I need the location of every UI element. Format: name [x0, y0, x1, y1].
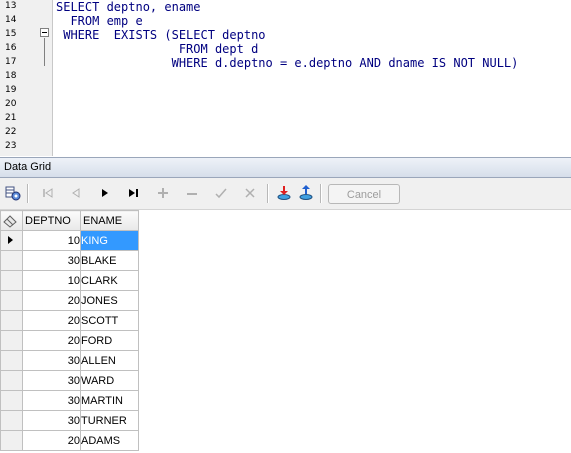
- row-indicator[interactable]: [0, 250, 23, 271]
- current-row-arrow-icon: [8, 236, 13, 244]
- row-indicator[interactable]: [0, 270, 23, 291]
- table-row[interactable]: 20 FORD: [0, 330, 139, 351]
- cell-ename[interactable]: JONES: [80, 290, 139, 311]
- sql-editor[interactable]: 13 14 15 16 17 18 19 20 21 22 23 SELECT …: [0, 0, 571, 156]
- results-table: DEPTNO ENAME 10 KING 30 BLAKE 10 CLARK 2…: [0, 210, 139, 451]
- cell-ename[interactable]: TURNER: [80, 410, 139, 431]
- line-number: 21: [5, 113, 17, 123]
- data-grid-title: Data Grid: [4, 161, 52, 173]
- table-row[interactable]: 10 CLARK: [0, 270, 139, 291]
- code-line[interactable]: WHERE EXISTS (SELECT deptno: [56, 28, 265, 42]
- table-row[interactable]: 30 MARTIN: [0, 390, 139, 411]
- toolbar-separator: [27, 184, 29, 203]
- line-number: 15: [5, 29, 17, 39]
- line-number: 18: [5, 71, 17, 81]
- line-number: 20: [5, 99, 17, 109]
- header-row: DEPTNO ENAME: [0, 210, 139, 231]
- cell-ename[interactable]: ADAMS: [80, 430, 139, 451]
- last-record-icon[interactable]: [125, 184, 143, 202]
- line-number: 14: [5, 15, 17, 25]
- line-number-gutter: 13 14 15 16 17 18 19 20 21 22 23: [0, 0, 52, 156]
- toolbar-separator: [320, 184, 322, 203]
- fold-guide-line: [44, 38, 45, 66]
- export-icon[interactable]: [275, 184, 293, 202]
- line-number: 19: [5, 85, 17, 95]
- table-row[interactable]: 30 BLAKE: [0, 250, 139, 271]
- cancel-edit-icon[interactable]: [241, 184, 259, 202]
- cell-deptno[interactable]: 20: [22, 310, 81, 331]
- row-indicator[interactable]: [0, 290, 23, 311]
- table-row[interactable]: 20 JONES: [0, 290, 139, 311]
- cancel-button[interactable]: Cancel: [328, 184, 400, 204]
- grid-options-icon[interactable]: [4, 184, 22, 202]
- row-indicator[interactable]: [0, 310, 23, 331]
- cell-deptno[interactable]: 30: [22, 350, 81, 371]
- cell-ename[interactable]: CLARK: [80, 270, 139, 291]
- row-indicator[interactable]: [0, 410, 23, 431]
- table-row[interactable]: 10 KING: [0, 230, 139, 251]
- code-line[interactable]: FROM dept d: [56, 42, 258, 56]
- line-number: 22: [5, 127, 17, 137]
- row-indicator[interactable]: [0, 230, 23, 251]
- cell-deptno[interactable]: 20: [22, 290, 81, 311]
- next-record-icon[interactable]: [96, 184, 114, 202]
- grid-corner-icon[interactable]: [0, 210, 23, 231]
- table-row[interactable]: 30 WARD: [0, 370, 139, 391]
- code-line[interactable]: FROM emp e: [56, 14, 142, 28]
- import-icon[interactable]: [297, 184, 315, 202]
- row-indicator[interactable]: [0, 330, 23, 351]
- column-header-deptno[interactable]: DEPTNO: [22, 210, 81, 231]
- table-row[interactable]: 30 TURNER: [0, 410, 139, 431]
- row-indicator[interactable]: [0, 390, 23, 411]
- code-line[interactable]: WHERE d.deptno = e.deptno AND dname IS N…: [56, 56, 519, 70]
- cell-deptno[interactable]: 30: [22, 370, 81, 391]
- line-number: 13: [5, 1, 17, 11]
- insert-record-icon[interactable]: [154, 184, 172, 202]
- cell-ename[interactable]: ALLEN: [80, 350, 139, 371]
- row-indicator[interactable]: [0, 370, 23, 391]
- cell-ename[interactable]: SCOTT: [80, 310, 139, 331]
- cell-ename[interactable]: WARD: [80, 370, 139, 391]
- row-indicator[interactable]: [0, 430, 23, 451]
- table-row[interactable]: 20 ADAMS: [0, 430, 139, 451]
- data-grid-title-bar: Data Grid: [0, 157, 571, 178]
- cell-ename[interactable]: FORD: [80, 330, 139, 351]
- prior-record-icon[interactable]: [67, 184, 85, 202]
- row-indicator[interactable]: [0, 350, 23, 371]
- cell-deptno[interactable]: 10: [22, 230, 81, 251]
- cell-deptno[interactable]: 10: [22, 270, 81, 291]
- line-number: 16: [5, 43, 17, 53]
- table-row[interactable]: 20 SCOTT: [0, 310, 139, 331]
- column-header-ename[interactable]: ENAME: [80, 210, 139, 231]
- cell-deptno[interactable]: 30: [22, 410, 81, 431]
- post-edit-icon[interactable]: [212, 184, 230, 202]
- collapse-region-icon[interactable]: [40, 28, 49, 37]
- first-record-icon[interactable]: [39, 184, 57, 202]
- cell-deptno[interactable]: 30: [22, 390, 81, 411]
- code-line[interactable]: SELECT deptno, ename: [56, 0, 201, 14]
- line-number: 17: [5, 57, 17, 67]
- data-grid[interactable]: DEPTNO ENAME 10 KING 30 BLAKE 10 CLARK 2…: [0, 210, 571, 453]
- toolbar-separator: [267, 184, 269, 203]
- cell-ename[interactable]: MARTIN: [80, 390, 139, 411]
- data-grid-toolbar: [0, 178, 571, 210]
- cell-deptno[interactable]: 30: [22, 250, 81, 271]
- gutter-divider: [52, 0, 53, 156]
- cell-deptno[interactable]: 20: [22, 430, 81, 451]
- cell-deptno[interactable]: 20: [22, 330, 81, 351]
- table-row[interactable]: 30 ALLEN: [0, 350, 139, 371]
- line-number: 23: [5, 141, 17, 151]
- delete-record-icon[interactable]: [183, 184, 201, 202]
- cell-ename[interactable]: KING: [80, 230, 139, 251]
- cell-ename[interactable]: BLAKE: [80, 250, 139, 271]
